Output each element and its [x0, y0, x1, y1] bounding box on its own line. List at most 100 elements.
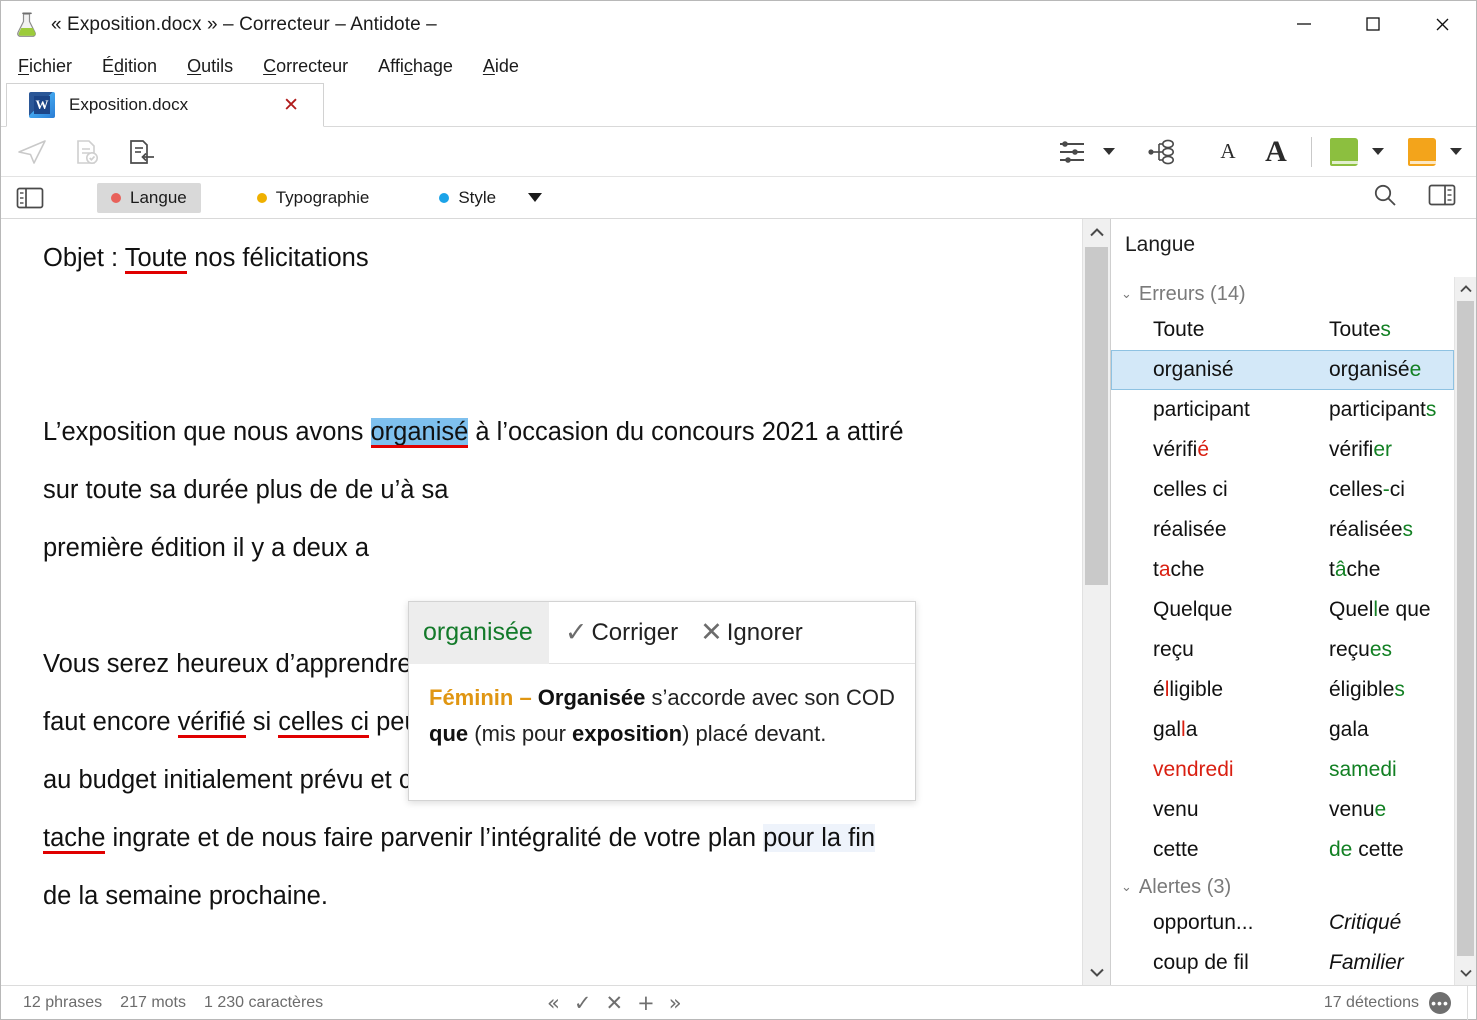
correction-row[interactable]: venu venue: [1111, 790, 1454, 830]
chevron-down-icon[interactable]: ⌄: [1121, 287, 1132, 302]
panel-scroll-up-icon[interactable]: [1455, 277, 1476, 301]
menu-correcteur[interactable]: Correcteur: [260, 54, 351, 79]
scroll-up-icon[interactable]: [1083, 219, 1110, 245]
document-text-run: ingrate et de nous faire parvenir l’inté…: [105, 824, 764, 852]
correction-row[interactable]: réalisée réalisées: [1111, 510, 1454, 550]
nav-reject-icon[interactable]: ✕: [605, 991, 623, 1015]
menu-aide[interactable]: Aide: [480, 54, 522, 79]
menu-outils[interactable]: Outils: [184, 54, 236, 79]
green-book-icon[interactable]: [1330, 137, 1358, 166]
nav-next-icon[interactable]: »: [669, 991, 682, 1015]
document-tab[interactable]: W Exposition.docx ✕: [6, 83, 324, 127]
more-options-icon[interactable]: •••: [1429, 991, 1451, 1014]
search-icon[interactable]: [1372, 182, 1398, 213]
document-scrollbar[interactable]: [1082, 219, 1110, 985]
document-error-word[interactable]: tache: [43, 824, 105, 852]
correction-row[interactable]: celles ci celles-ci: [1111, 470, 1454, 510]
document-error-word[interactable]: celles ci: [278, 708, 369, 736]
correction-row[interactable]: Toute Toutes: [1111, 310, 1454, 350]
maximize-button[interactable]: [1338, 1, 1407, 47]
settings-chevron-down-icon[interactable]: [1103, 148, 1115, 155]
tab-label: Exposition.docx: [69, 95, 189, 114]
right-panel-icon[interactable]: [1428, 183, 1456, 212]
orange-book-chevron-down-icon[interactable]: [1450, 148, 1462, 155]
correction-row[interactable]: opportun... Critiqué: [1111, 903, 1454, 943]
correction-row-selected[interactable]: organisé organisée: [1111, 350, 1454, 390]
correction-row[interactable]: élligible éligibles: [1111, 670, 1454, 710]
correction-original: tache: [1153, 558, 1329, 582]
close-button[interactable]: [1407, 1, 1476, 47]
token: es: [1369, 638, 1393, 661]
corrections-panel: Langue ⌄ Erreurs (14) Toute Toutes organisé o…: [1110, 219, 1476, 985]
token: Quel: [1329, 598, 1374, 621]
correction-row[interactable]: participant participants: [1111, 390, 1454, 430]
structure-icon[interactable]: [1145, 135, 1179, 169]
correction-suggestion: participants: [1329, 398, 1454, 422]
left-panel-icon[interactable]: [15, 185, 45, 211]
correct-button[interactable]: ✓ Corriger: [565, 617, 678, 648]
correction-suggestion: Familier: [1329, 951, 1454, 975]
correction-row[interactable]: cette de cette: [1111, 830, 1454, 870]
token: celles: [1329, 478, 1383, 501]
token: venu: [1153, 798, 1199, 821]
document-scroll-thumb[interactable]: [1085, 247, 1108, 585]
token: â: [1334, 558, 1347, 581]
menu-edition[interactable]: Édition: [99, 54, 160, 79]
document-check-icon[interactable]: [69, 135, 103, 169]
font-large-icon[interactable]: A: [1259, 135, 1293, 169]
correction-row[interactable]: coup de fil Familier: [1111, 943, 1454, 983]
panel-scroll-down-icon[interactable]: [1455, 961, 1476, 985]
correction-row[interactable]: vérifié vérifier: [1111, 430, 1454, 470]
correction-row[interactable]: vendredi samedi: [1111, 750, 1454, 790]
popup-suggestion[interactable]: organisée: [409, 601, 549, 664]
panel-group-header[interactable]: ⌄ Erreurs (14): [1111, 277, 1454, 310]
menu-fichier[interactable]: Fichier: [15, 54, 75, 79]
tab-close-icon[interactable]: ✕: [283, 94, 299, 116]
chip-typographie[interactable]: Typographie: [243, 183, 384, 213]
panel-scrollbar[interactable]: [1454, 277, 1476, 985]
chip-style[interactable]: Style: [425, 183, 510, 213]
correction-row[interactable]: tache tâche: [1111, 550, 1454, 590]
popup-explanation-bold2: que: [429, 721, 469, 746]
correction-row[interactable]: reçu reçues: [1111, 630, 1454, 670]
document-error-word[interactable]: vérifié: [178, 708, 246, 736]
document-line: L’exposition que nous avons organisé à l…: [43, 403, 1012, 461]
token: vendredi: [1153, 758, 1234, 781]
correction-suggestion: organisée: [1329, 358, 1453, 382]
menu-affichage[interactable]: Affichage: [375, 54, 456, 79]
document-selected-error-word[interactable]: organisé: [370, 418, 469, 446]
green-book-chevron-down-icon[interactable]: [1372, 148, 1384, 155]
token: e que: [1378, 598, 1431, 621]
minimize-button[interactable]: [1269, 1, 1338, 47]
settings-sliders-icon[interactable]: [1055, 135, 1089, 169]
correction-row[interactable]: galla gala: [1111, 710, 1454, 750]
chip-langue-dot: [111, 192, 121, 203]
chip-langue[interactable]: Langue: [97, 182, 201, 213]
document-error-word[interactable]: Toute: [125, 244, 187, 272]
send-icon[interactable]: [15, 135, 49, 169]
font-small-icon[interactable]: A: [1211, 135, 1245, 169]
panel-list[interactable]: ⌄ Erreurs (14) Toute Toutes organisé organisé…: [1111, 277, 1454, 985]
stat-words: 217 mots: [120, 993, 186, 1011]
correction-suggestion: reçues: [1329, 638, 1454, 662]
orange-book-icon[interactable]: [1408, 137, 1436, 166]
chips-more-chevron-down-icon[interactable]: [528, 193, 543, 202]
panel-group-header[interactable]: ⌄ Alertes (3): [1111, 870, 1454, 903]
nav-accept-icon[interactable]: ✓: [574, 991, 592, 1015]
panel-scroll-thumb[interactable]: [1457, 301, 1474, 956]
panel-title: Langue: [1125, 233, 1196, 256]
ignore-button[interactable]: ✕ Ignorer: [700, 617, 803, 648]
category-chips: Langue Typographie Style: [97, 182, 543, 213]
word-icon: W: [29, 92, 55, 118]
nav-add-icon[interactable]: +: [637, 991, 655, 1015]
scroll-down-icon[interactable]: [1083, 959, 1110, 985]
correction-popup[interactable]: organisée ✓ Corriger ✕ Ignorer Féminin –…: [408, 601, 916, 801]
nav-previous-icon[interactable]: «: [547, 991, 560, 1015]
token: Critiqué: [1329, 911, 1402, 934]
chevron-down-icon[interactable]: ⌄: [1121, 880, 1132, 895]
window-controls: [1269, 1, 1476, 47]
document-pane[interactable]: Objet : Toute nos félicitations L’exposit…: [1, 219, 1082, 985]
document-import-icon[interactable]: [123, 135, 157, 169]
correction-row[interactable]: Quelque Quelle que: [1111, 590, 1454, 630]
